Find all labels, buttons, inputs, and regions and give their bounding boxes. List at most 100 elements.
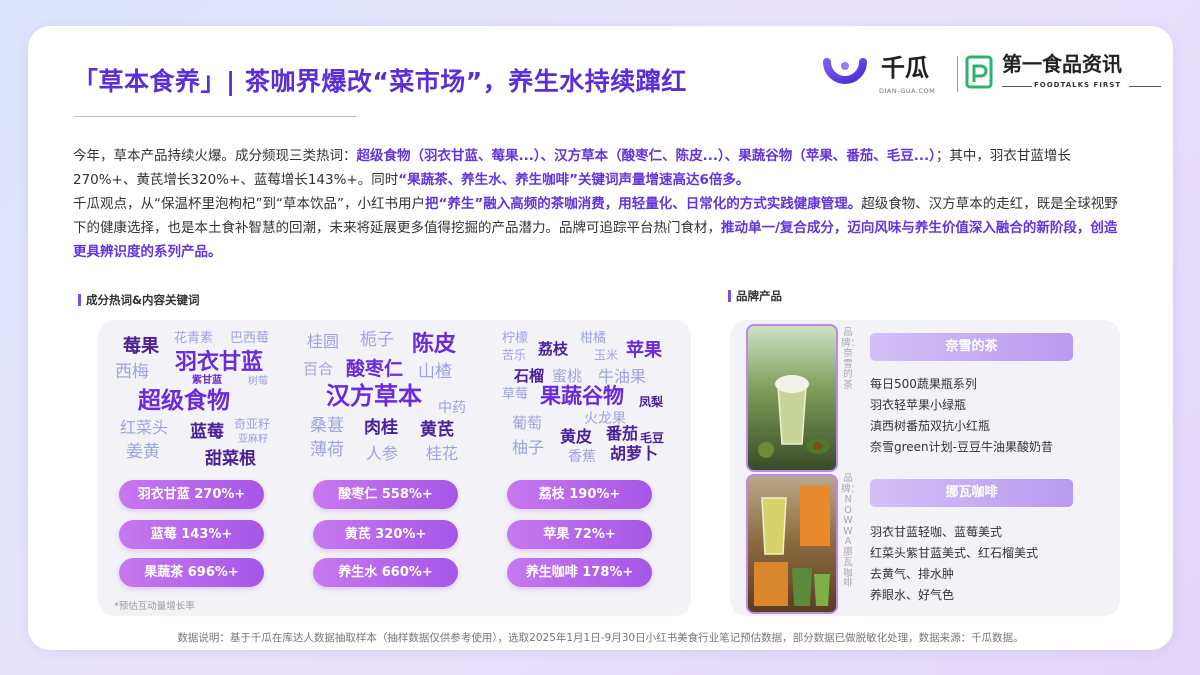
keywords-section-title: 成分热词&内容关键词: [86, 293, 200, 307]
keywords-section-bar: [78, 294, 81, 306]
keyword-word: 陈皮: [412, 332, 457, 357]
keyword-word: 蓝莓: [190, 422, 224, 442]
keyword-word: 中药: [438, 400, 466, 416]
keyword-word: 苦乐: [502, 348, 527, 362]
foodtalks-rule-right: [1129, 86, 1161, 87]
foodtalks-logo-text: 第一食品资讯: [1002, 52, 1122, 76]
brands-section-label: 品牌产品: [728, 288, 782, 304]
brand-product-item: 羽衣轻苹果小绿瓶: [870, 398, 967, 412]
keyword-word: 果蔬谷物: [540, 384, 624, 408]
keyword-word: 香蕉: [568, 449, 596, 465]
keyword-word: 桂圆: [307, 332, 340, 351]
keyword-word: 山楂: [418, 362, 452, 382]
keyword-word: 番茄: [606, 424, 639, 443]
keyword-word: 石榴: [514, 367, 545, 385]
keyword-word: 黄皮: [560, 427, 593, 446]
keyword-word: 苹果: [626, 340, 662, 361]
keyword-word: 莓果: [123, 336, 159, 357]
keyword-word: 羽衣甘蓝: [175, 350, 264, 375]
keyword-word: 人参: [366, 444, 399, 463]
foodtalks-logo-sub: FOODTALKS FIRST: [1034, 81, 1122, 89]
nayuki-product-photo: [746, 324, 838, 472]
keyword-word: 柑橘: [580, 331, 607, 346]
keyword-word: 肉桂: [364, 418, 398, 438]
growth-pill: 养生咖啡 178%+: [507, 558, 652, 587]
brand-product-item: 红菜头紫甘蓝美式、红石榴美式: [870, 546, 1039, 560]
qiangua-logo-sub: DIAN-GUA.COM: [879, 87, 936, 95]
intro-p1-segment: 超级食物（羽衣甘蓝、莓果...）、汉方草本（酸枣仁、陈皮...）、果蔬谷物（苹果…: [356, 148, 936, 164]
keyword-word: 薄荷: [310, 440, 344, 460]
keyword-word: 柠檬: [502, 331, 529, 346]
keyword-word: 草莓: [502, 387, 529, 402]
keyword-word: 树莓: [248, 376, 268, 387]
keyword-word: 酸枣仁: [346, 358, 404, 380]
keyword-word: 超级食物: [138, 388, 230, 414]
intro-paragraph-1: 今年，草本产品持续火爆。成分频现三类热词：超级食物（羽衣甘蓝、莓果...）、汉方…: [73, 144, 1128, 192]
growth-pill: 荔枝 190%+: [507, 480, 652, 509]
keyword-word: 葡萄: [512, 414, 543, 432]
footnote: *预估互动量增长率: [114, 601, 195, 612]
nayuki-drink-illustration: [758, 375, 830, 458]
brand-product-item: 每日500蔬果瓶系列: [870, 377, 977, 391]
foodtalks-rule-left: [1002, 86, 1032, 87]
growth-pill: 羽衣甘蓝 270%+: [119, 480, 264, 509]
keyword-word: 汉方草本: [326, 382, 422, 410]
keyword-word: 胡萝卜: [610, 444, 659, 463]
keyword-word: 栀子: [360, 330, 394, 350]
keyword-word: 蜜桃: [552, 367, 583, 385]
intro-p2-segment: 千瓜观点，从“保温杯里泡枸杞”到“草本饮品”，小红书用户: [73, 196, 425, 212]
keyword-word: 巴西莓: [230, 331, 270, 346]
keyword-word: 红菜头: [120, 418, 169, 437]
logo-divider: [957, 56, 958, 92]
nowwa-product-photo: [746, 474, 838, 614]
page-title: 「草本食养」| 茶咖界爆改“菜市场”，养生水持续蹿红: [73, 67, 687, 96]
keyword-word: 西梅: [115, 362, 149, 382]
brand-product-item: 去黄气、排水肿: [870, 567, 955, 581]
data-source-note: 数据说明：基于千瓜在库达人数据抽取样本（抽样数据仅供参考使用），选取2025年1…: [177, 632, 1024, 644]
nowwa-drink-illustration: [754, 486, 830, 606]
keyword-word: 玉米: [594, 348, 619, 362]
growth-pill: 酸枣仁 558%+: [313, 480, 458, 509]
brand-list-nayuki: 每日500蔬果瓶系列 羽衣轻苹果小绿瓶滇西树番茄双抗小红瓶奈雪green计划-豆豆…: [870, 374, 1053, 458]
keyword-word: 荔枝: [538, 340, 569, 358]
keyword-word: 凤梨: [639, 395, 664, 409]
growth-pill: 养生水 660%+: [313, 558, 458, 587]
keyword-word: 柚子: [512, 438, 545, 457]
keyword-word: 桑葚: [310, 416, 344, 436]
qiangua-logo-text: 千瓜: [881, 54, 929, 82]
keyword-word: 百合: [303, 360, 334, 378]
keyword-word: 亚麻籽: [238, 434, 268, 445]
growth-pill: 蓝莓 143%+: [119, 520, 264, 549]
brand-product-item: 羽衣甘蓝轻咖、蓝莓美式: [870, 525, 1003, 539]
foodtalks-logo-icon: [965, 55, 993, 89]
keyword-word: 花青素: [174, 331, 214, 346]
growth-pill: 苹果 72%+: [507, 520, 652, 549]
growth-pill: 果蔬茶 696%+: [119, 558, 264, 587]
keyword-word: 紫甘蓝: [192, 375, 222, 386]
keyword-word: 奇亚籽: [234, 417, 271, 431]
nayuki-photo-label: 品牌：奈雪的茶: [841, 327, 861, 391]
foodtalks-logo: 第一食品资讯 FOODTALKS FIRST: [964, 50, 1164, 102]
intro-p1-segment: 今年，草本产品持续火爆。成分频现三类热词：: [73, 148, 357, 164]
brand-list-nowwa: 羽衣甘蓝轻咖、蓝莓美式红菜头紫甘蓝美式、红石榴美式 去黄气、排水肿 养眼水、好气色: [870, 522, 1038, 606]
nowwa-photo-label: 品牌：NOWWA挪瓦咖啡: [841, 473, 861, 589]
keyword-word: 桂花: [426, 444, 459, 463]
keyword-word: 姜黄: [126, 442, 160, 462]
brands-section-title: 品牌产品: [736, 289, 782, 303]
brands-section-bar: [728, 290, 731, 302]
brand-product-item: 奈雪green计划-豆豆牛油果酸奶昔: [870, 440, 1053, 454]
slide-card: 「草本食养」| 茶咖界爆改“菜市场”，养生水持续蹿红 千瓜 DIAN-GUA.C…: [28, 26, 1173, 650]
brand-tag-nayuki: 奈雪的茶: [870, 333, 1073, 361]
keyword-word: 黄芪: [420, 420, 454, 440]
keyword-word: 甜菜根: [205, 449, 256, 469]
intro-paragraph-2: 千瓜观点，从“保温杯里泡枸杞”到“草本饮品”，小红书用户把“养生”融入高频的茶咖…: [73, 192, 1128, 264]
growth-pill: 黄芪 320%+: [313, 520, 458, 549]
brand-product-item: 滇西树番茄双抗小红瓶: [870, 419, 991, 433]
keywords-section-label: 成分热词&内容关键词: [78, 292, 200, 308]
brand-tag-nowwa: 挪瓦咖啡: [870, 479, 1073, 507]
intro-p1-segment: “果蔬茶、养生水、养生咖啡”关键词声量增速高达6倍多。: [398, 172, 750, 188]
title-underline: [74, 116, 356, 117]
intro-p2-segment: 把“养生”融入高频的茶咖消费，用轻量化、日常化的方式实践健康管理。: [424, 196, 862, 212]
brand-product-item: 养眼水、好气色: [870, 588, 955, 602]
keyword-word: 毛豆: [640, 431, 665, 445]
